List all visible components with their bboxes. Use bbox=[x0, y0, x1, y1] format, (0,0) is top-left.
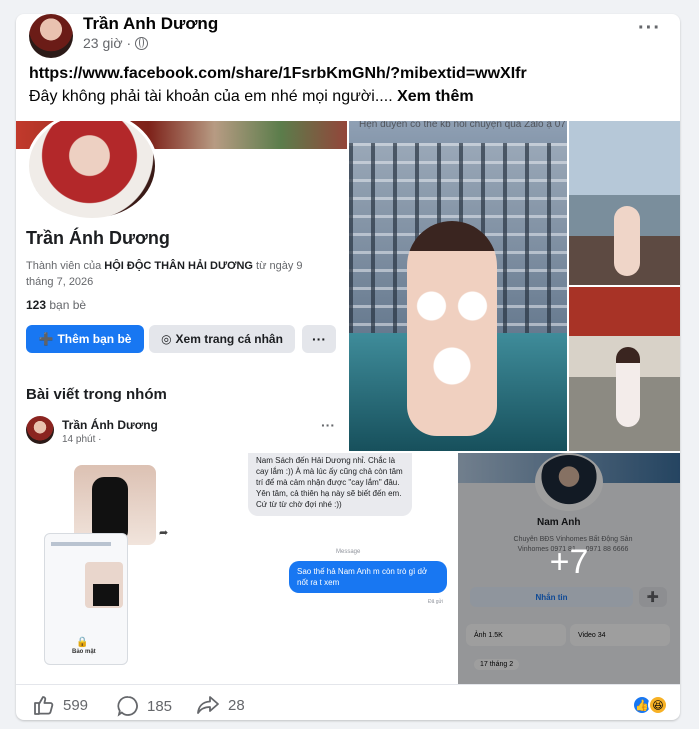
see-more-link[interactable]: Xem thêm bbox=[397, 88, 473, 105]
mini-avatar bbox=[26, 416, 54, 444]
message-label: Message bbox=[336, 549, 361, 555]
comment-icon bbox=[117, 696, 138, 717]
photo-rooftop[interactable] bbox=[569, 121, 680, 285]
thumbs-up-icon bbox=[34, 696, 54, 715]
post-time[interactable]: 23 giờ bbox=[83, 35, 123, 51]
post-card: Trần Anh Dương 23 giờ · ··· https://www.… bbox=[16, 14, 680, 720]
add-friend-button: ➕ Thêm bạn bè bbox=[26, 325, 144, 353]
post-text: Đây không phải tài khoản của em nhé mọi … bbox=[29, 88, 474, 106]
globe-icon bbox=[135, 36, 149, 50]
photo-more-overlay[interactable]: Nam Anh Chuyên BĐS Vinhomes Bất Động Sản… bbox=[458, 453, 680, 684]
more-photos-count[interactable]: +7 bbox=[458, 543, 680, 582]
post-meta: 23 giờ · bbox=[83, 35, 149, 51]
view-profile-button: ◎ Xem trang cá nhân bbox=[149, 325, 295, 353]
received-message: Nam Sách đến Hải Dương nhỉ. Chắc là cay … bbox=[248, 453, 412, 516]
post-footer: 599 185 28 👍 😆 bbox=[16, 684, 680, 720]
share-button[interactable]: 28 bbox=[196, 695, 245, 715]
media-grid: Trần Ánh Dương Thành viên của HỘI ĐỘC TH… bbox=[16, 121, 680, 684]
reactions[interactable]: 👍 😆 bbox=[632, 695, 668, 715]
comment-count: 185 bbox=[147, 697, 173, 715]
photo-pool[interactable]: Hẹn duyên có thể kb nói chuyện qua Zalo … bbox=[349, 121, 567, 451]
user-circle-icon: ◎ bbox=[161, 332, 172, 346]
sent-message: Sao thế hả Nam Anh m còn trò gì dở nốt r… bbox=[289, 561, 447, 593]
profile-name: Trần Ánh Dương bbox=[26, 228, 170, 248]
mini-more-icon: ··· bbox=[321, 417, 335, 433]
post-text-content: Đây không phải tài khoản của em nhé mọi … bbox=[29, 88, 393, 105]
friends-count: 123 bạn bè bbox=[26, 298, 87, 312]
share-icon bbox=[197, 696, 219, 714]
photo-caption: Hẹn duyên có thể kb nói chuyện qua Zalo … bbox=[359, 121, 567, 130]
author-name[interactable]: Trần Anh Dương bbox=[83, 14, 218, 34]
photo-profile-screenshot[interactable]: Trần Ánh Dương Thành viên của HỘI ĐỘC TH… bbox=[16, 121, 347, 451]
share-arrow-icon: ➦ bbox=[159, 527, 169, 539]
profile-avatar bbox=[26, 121, 158, 221]
haha-reaction-icon: 😆 bbox=[648, 695, 668, 715]
share-count: 28 bbox=[228, 696, 245, 714]
photo-temple[interactable] bbox=[569, 287, 680, 451]
profile-more-button: ··· bbox=[302, 325, 336, 353]
group-name: HỘI ĐỘC THÂN HẢI DƯƠNG bbox=[104, 260, 253, 272]
like-button[interactable]: 599 bbox=[33, 695, 88, 715]
lock-label: Bảo mật bbox=[72, 649, 96, 655]
group-posts-title: Bài viết trong nhóm bbox=[26, 386, 167, 403]
more-options-button[interactable]: ··· bbox=[638, 18, 662, 42]
add-friend-icon: ➕ bbox=[38, 332, 54, 346]
mini-post-author: Trần Ánh Dương bbox=[62, 418, 158, 432]
comment-button[interactable]: 185 bbox=[117, 695, 172, 717]
lock-icon: 🔒 bbox=[76, 637, 89, 648]
post-link[interactable]: https://www.facebook.com/share/1FsrbKmGN… bbox=[29, 65, 527, 83]
like-count: 599 bbox=[63, 696, 89, 714]
photo-chat-screenshot[interactable]: ➦ 🔒 Bảo mật Nam Sách đến Hải Dương nhỉ. … bbox=[16, 453, 456, 684]
member-info: Thành viên của HỘI ĐỘC THÂN HẢI DƯƠNG từ… bbox=[26, 260, 303, 288]
mini-post-time: 14 phút · bbox=[62, 434, 102, 445]
author-avatar[interactable] bbox=[29, 14, 73, 58]
sent-status: Đã gửi bbox=[428, 599, 444, 605]
